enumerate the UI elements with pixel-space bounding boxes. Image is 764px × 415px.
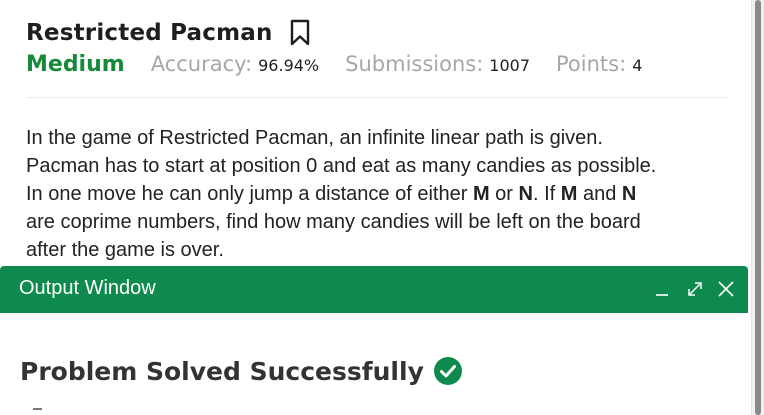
close-icon[interactable]: [715, 278, 737, 300]
description-text: or: [489, 183, 519, 205]
accuracy-value: 96.94%: [258, 56, 320, 75]
output-window-header: Output Window: [0, 266, 748, 313]
description-text: In one move he can only jump a distance …: [26, 183, 473, 205]
points-value: 4: [632, 56, 643, 75]
output-window-body: Problem Solved Successfully: [0, 313, 748, 415]
accuracy-label: Accuracy:: [150, 52, 253, 76]
minimize-icon[interactable]: [651, 278, 673, 300]
check-circle-icon: [433, 357, 462, 385]
variable-m: M: [472, 183, 490, 205]
maximize-icon[interactable]: [684, 278, 706, 300]
result-message: Problem Solved Successfully: [20, 351, 463, 391]
description-line: after the game is over.: [26, 239, 224, 261]
description-line: Pacman has to start at position 0 and ea…: [26, 155, 657, 177]
output-window: Output Window Problem Solved Successfull…: [0, 266, 748, 415]
problem-description: In the game of Restricted Pacman, an inf…: [26, 124, 738, 264]
bookmark-icon[interactable]: [289, 19, 311, 47]
submissions-value: 1007: [489, 56, 531, 75]
description-line: are coprime numbers, find how many candi…: [26, 211, 641, 233]
next-content-peek: [33, 408, 42, 410]
description-line: In the game of Restricted Pacman, an inf…: [26, 127, 603, 149]
result-text: Problem Solved Successfully: [20, 356, 424, 386]
variable-m: M: [560, 183, 578, 205]
scrollbar-thumb[interactable]: [755, 0, 761, 415]
variable-n: N: [621, 183, 637, 205]
problem-header: Restricted Pacman: [26, 16, 311, 50]
problem-title: Restricted Pacman: [26, 20, 273, 46]
header-divider: [26, 97, 729, 98]
description-text: and: [577, 183, 622, 205]
submissions-label: Submissions:: [345, 52, 484, 76]
problem-stats: Medium Accuracy: 96.94% Submissions: 100…: [26, 52, 642, 86]
description-line: In one move he can only jump a distance …: [26, 180, 738, 208]
variable-n: N: [518, 183, 533, 205]
difficulty-badge: Medium: [26, 52, 125, 77]
points-label: Points:: [556, 52, 627, 76]
description-text: . If: [532, 183, 561, 205]
output-window-title: Output Window: [19, 277, 156, 299]
scrollbar[interactable]: [751, 0, 764, 415]
